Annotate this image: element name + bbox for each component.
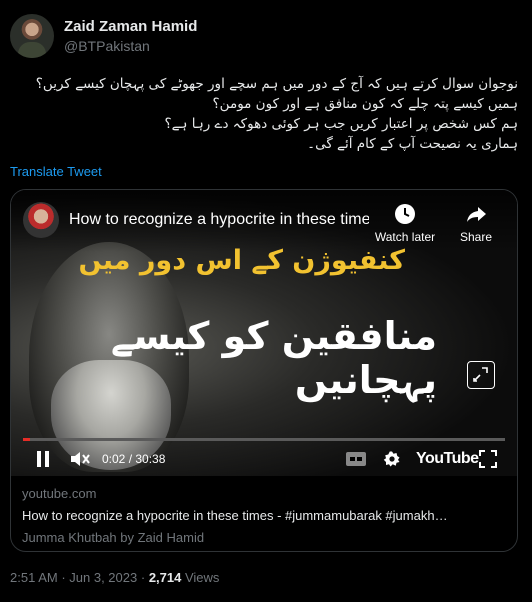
overlay-urdu-line2: منافقین کو کیسے پہچانیں (110, 314, 437, 402)
video-time: 0:02 / 30:38 (102, 452, 166, 466)
expand-icon[interactable] (467, 361, 495, 389)
author-handle[interactable]: @BTPakistan (64, 38, 197, 54)
captions-icon (346, 452, 366, 466)
mute-button[interactable] (69, 447, 91, 471)
author-name[interactable]: Zaid Zaman Hamid (64, 18, 197, 35)
settings-button[interactable] (383, 447, 401, 471)
tweet-line: نوجوان سوال کرتے ہیں کہ آج کے دور میں ہم… (35, 76, 518, 92)
video-progress-bar[interactable] (23, 438, 505, 441)
tweet-time[interactable]: 2:51 AM (10, 570, 58, 585)
tweet-header: Zaid Zaman Hamid @BTPakistan (10, 12, 197, 60)
clock-icon (395, 204, 415, 224)
share-arrow-icon (467, 207, 486, 222)
watch-later-label: Watch later (374, 230, 436, 244)
card-description: Jumma Khutbah by Zaid Hamid (22, 530, 205, 545)
video-title[interactable]: How to recognize a hypocrite in these ti… (69, 211, 369, 229)
video-player[interactable]: How to recognize a hypocrite in these ti… (11, 190, 517, 476)
play-pause-button[interactable] (35, 447, 51, 471)
views-count: 2,714 (148, 570, 182, 585)
share-button[interactable]: Share (451, 202, 501, 244)
youtube-logo[interactable]: YouTube (416, 447, 479, 471)
tweet-line: ہماری یہ نصیحت آپ کے کام آئے گی۔ (307, 136, 518, 152)
card-meta[interactable]: youtube.com How to recognize a hypocrite… (22, 486, 506, 545)
tweet-meta: 2:51 AM · Jun 3, 2023 · 2,714 Views (10, 570, 219, 585)
captions-button[interactable] (345, 447, 367, 471)
author-names: Zaid Zaman Hamid @BTPakistan (64, 18, 197, 54)
gear-icon (383, 451, 400, 467)
channel-avatar[interactable] (23, 202, 59, 238)
fullscreen-icon (479, 450, 497, 468)
tweet-line: ہمیں کیسے پتہ چلے کہ کون منافق ہے اور کو… (212, 96, 518, 112)
tweet-date[interactable]: Jun 3, 2023 (69, 570, 137, 585)
youtube-card[interactable]: How to recognize a hypocrite in these ti… (10, 189, 518, 552)
tweet-line: ہم کس شخص پر اعتبار کریں جب ہر کوئی دھوک… (164, 116, 518, 132)
tweet-text: نوجوان سوال کرتے ہیں کہ آج کے دور میں ہم… (13, 74, 518, 154)
muted-speaker-icon (71, 452, 90, 466)
translate-tweet-link[interactable]: Translate Tweet (10, 164, 102, 179)
share-label: Share (459, 230, 493, 244)
card-domain: youtube.com (22, 486, 97, 501)
overlay-urdu-line1: کنفیوژن کے اس دور میں (78, 245, 405, 276)
pause-icon (37, 451, 49, 467)
video-progress-fill (23, 438, 31, 441)
views-label: Views (184, 570, 220, 585)
meta-separator: · (140, 570, 149, 585)
watch-later-button[interactable]: Watch later (369, 202, 441, 244)
card-title: How to recognize a hypocrite in these ti… (22, 508, 448, 523)
fullscreen-button[interactable] (479, 447, 497, 471)
author-avatar[interactable] (10, 14, 54, 58)
